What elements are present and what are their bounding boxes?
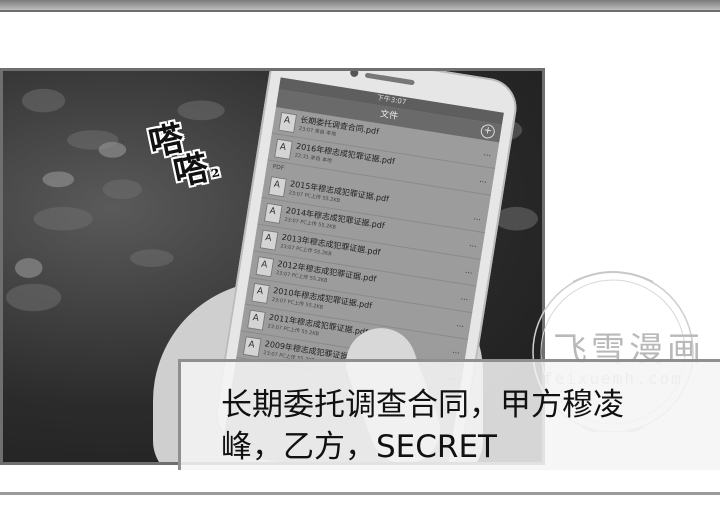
more-icon[interactable]: ... [464, 266, 473, 276]
pdf-file-icon [251, 282, 271, 305]
caption-line-1: 长期委托调查合同，甲方穆凌 [221, 387, 624, 423]
more-icon[interactable]: ... [469, 239, 478, 249]
pdf-file-icon [263, 202, 283, 225]
caption-line-2: 峰，乙方，SECRET [221, 429, 497, 465]
pdf-file-icon [278, 111, 298, 134]
pdf-file-icon [247, 309, 266, 331]
more-icon[interactable]: ... [473, 212, 482, 222]
pdf-file-icon [268, 176, 287, 198]
speaker-slot [364, 72, 415, 86]
pdf-file-icon [255, 256, 275, 278]
pdf-file-icon [242, 336, 262, 358]
more-icon[interactable]: ... [460, 292, 469, 302]
panel-divider [0, 10, 720, 12]
more-icon[interactable]: ... [479, 175, 488, 185]
more-icon[interactable]: ... [456, 319, 465, 329]
more-icon[interactable]: ... [483, 148, 492, 158]
add-icon[interactable]: + [479, 123, 496, 140]
bottom-divider [0, 492, 720, 495]
pdf-file-icon [259, 229, 279, 251]
more-icon[interactable]: ... [452, 346, 461, 356]
caption-box: 长期委托调查合同，甲方穆凌 峰，乙方，SECRET [178, 359, 720, 470]
pdf-file-icon [274, 138, 293, 160]
camera-icon [349, 71, 359, 78]
previous-panel-strip [0, 0, 720, 10]
screen-title: 文件 [379, 109, 399, 123]
